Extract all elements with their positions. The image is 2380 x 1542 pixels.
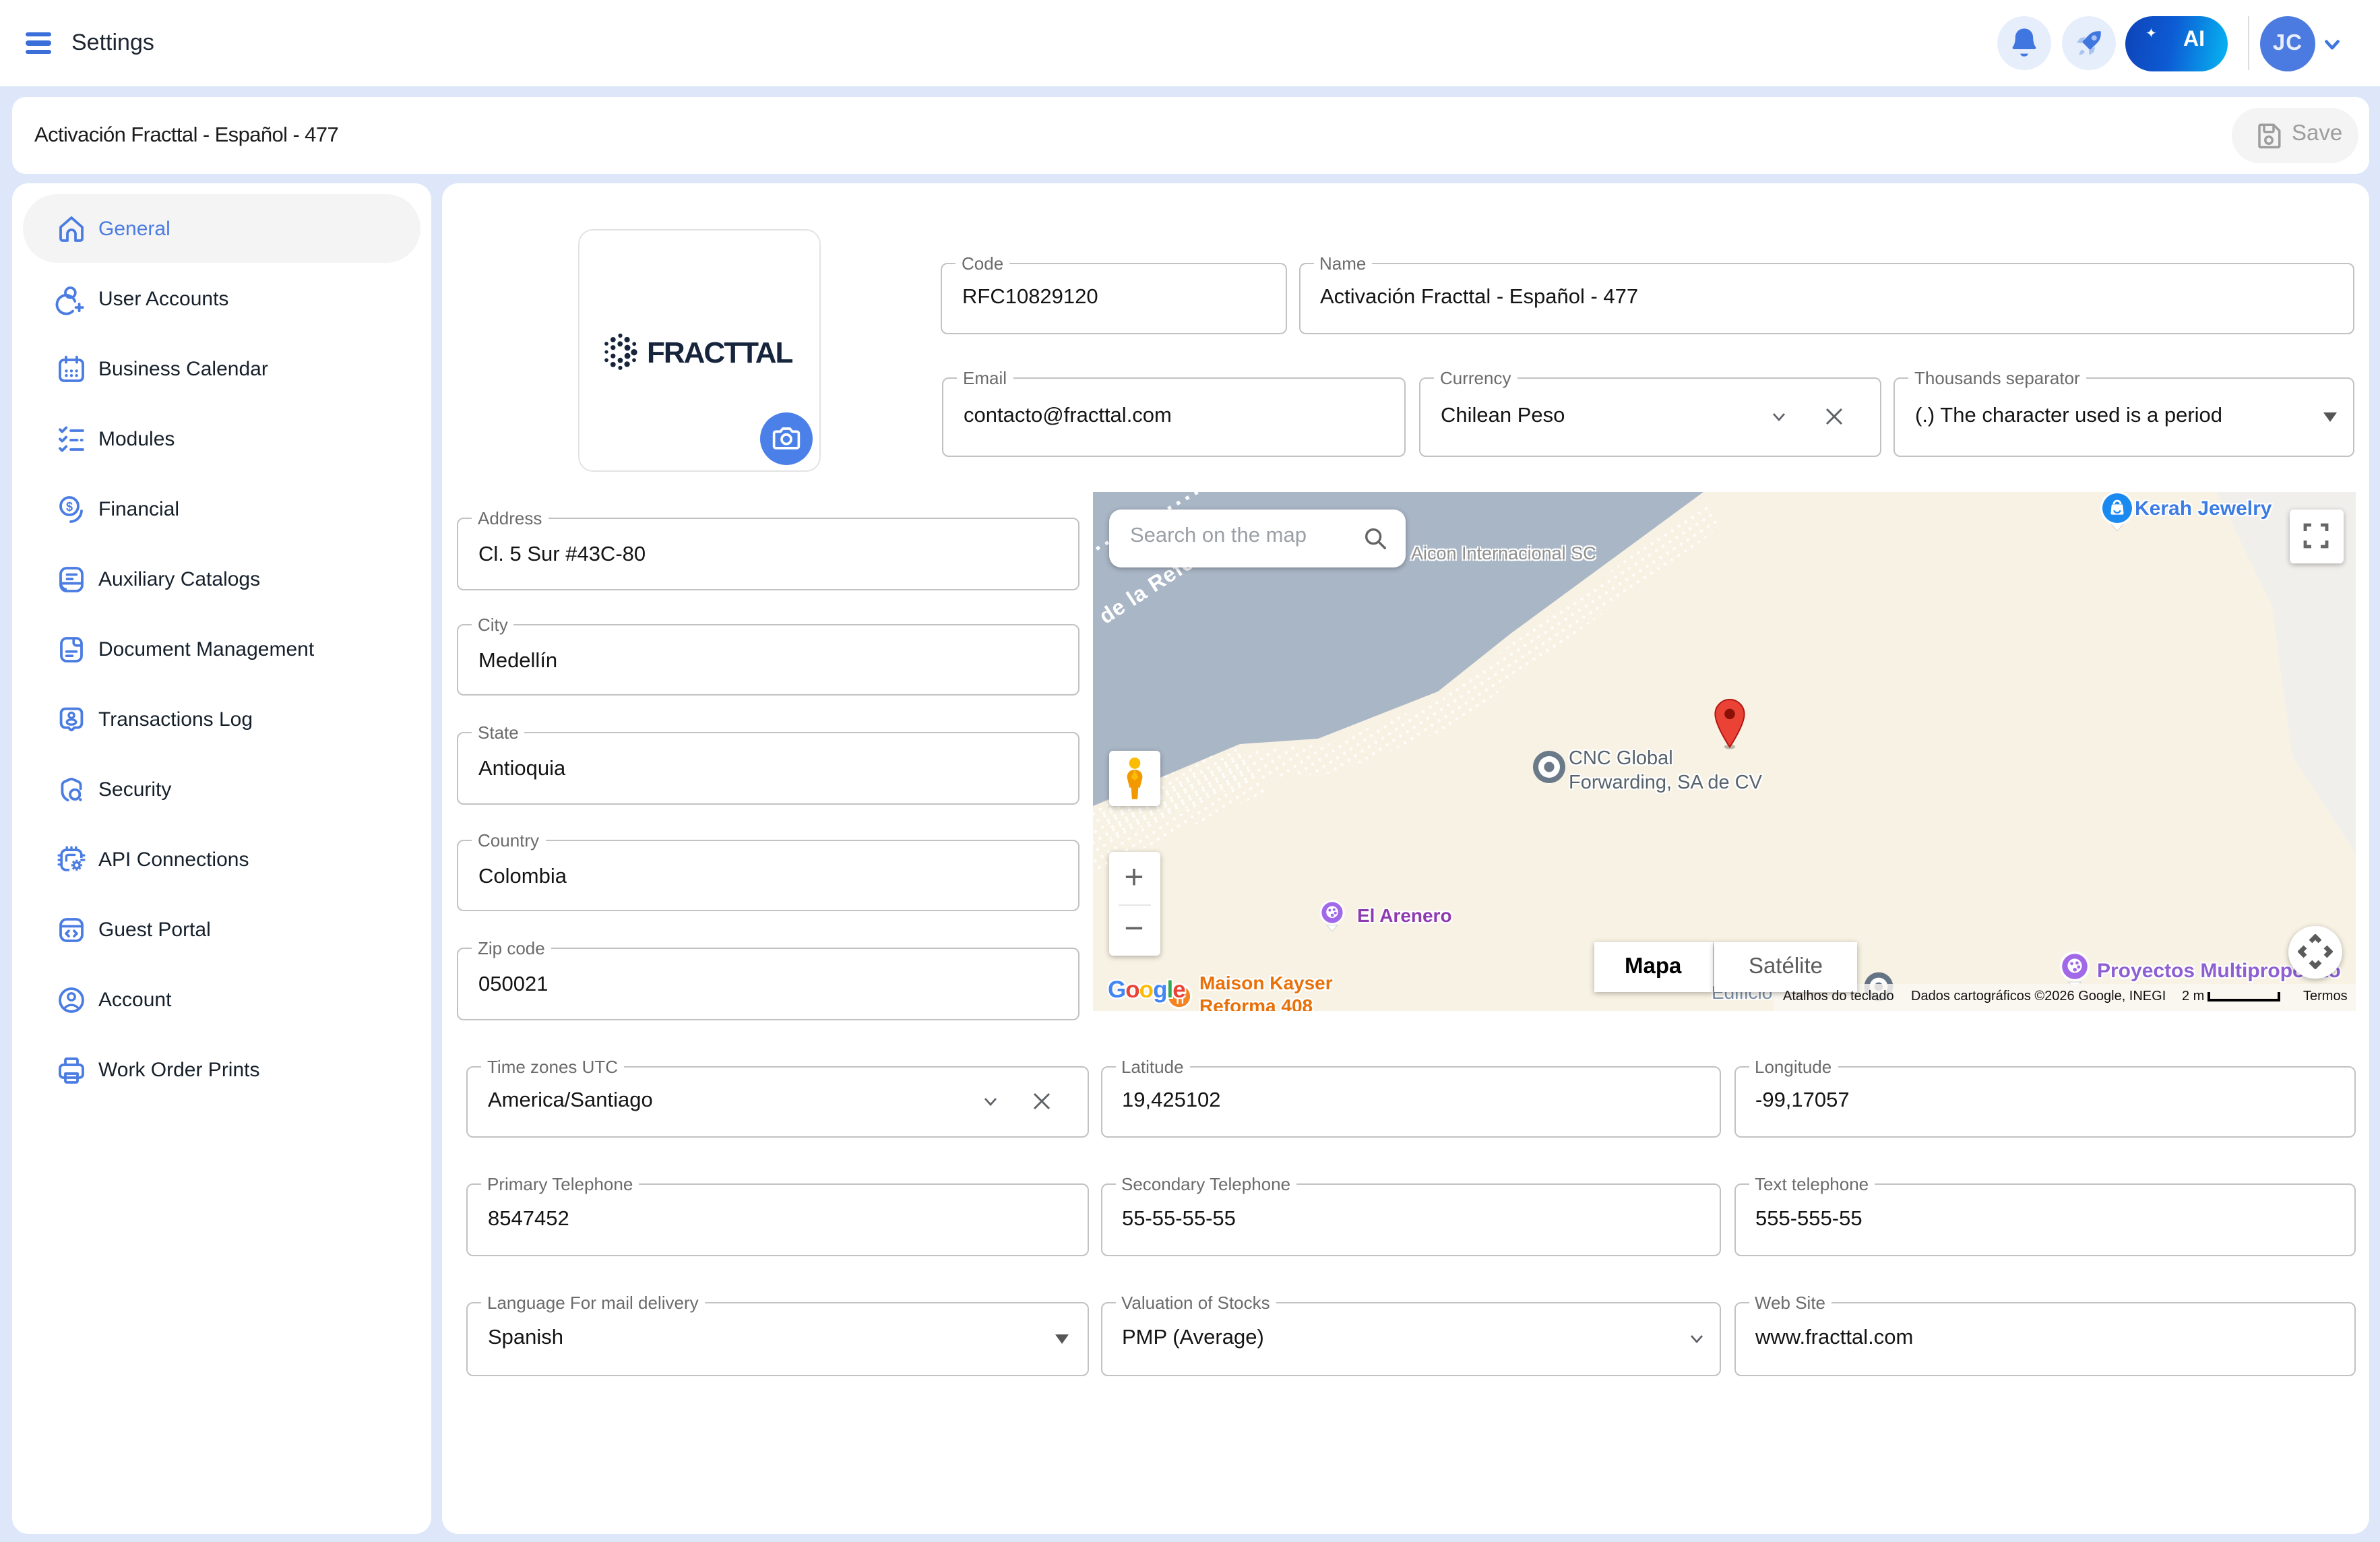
- svg-text:$: $: [66, 500, 73, 514]
- svg-text:FRACTTAL: FRACTTAL: [646, 336, 792, 369]
